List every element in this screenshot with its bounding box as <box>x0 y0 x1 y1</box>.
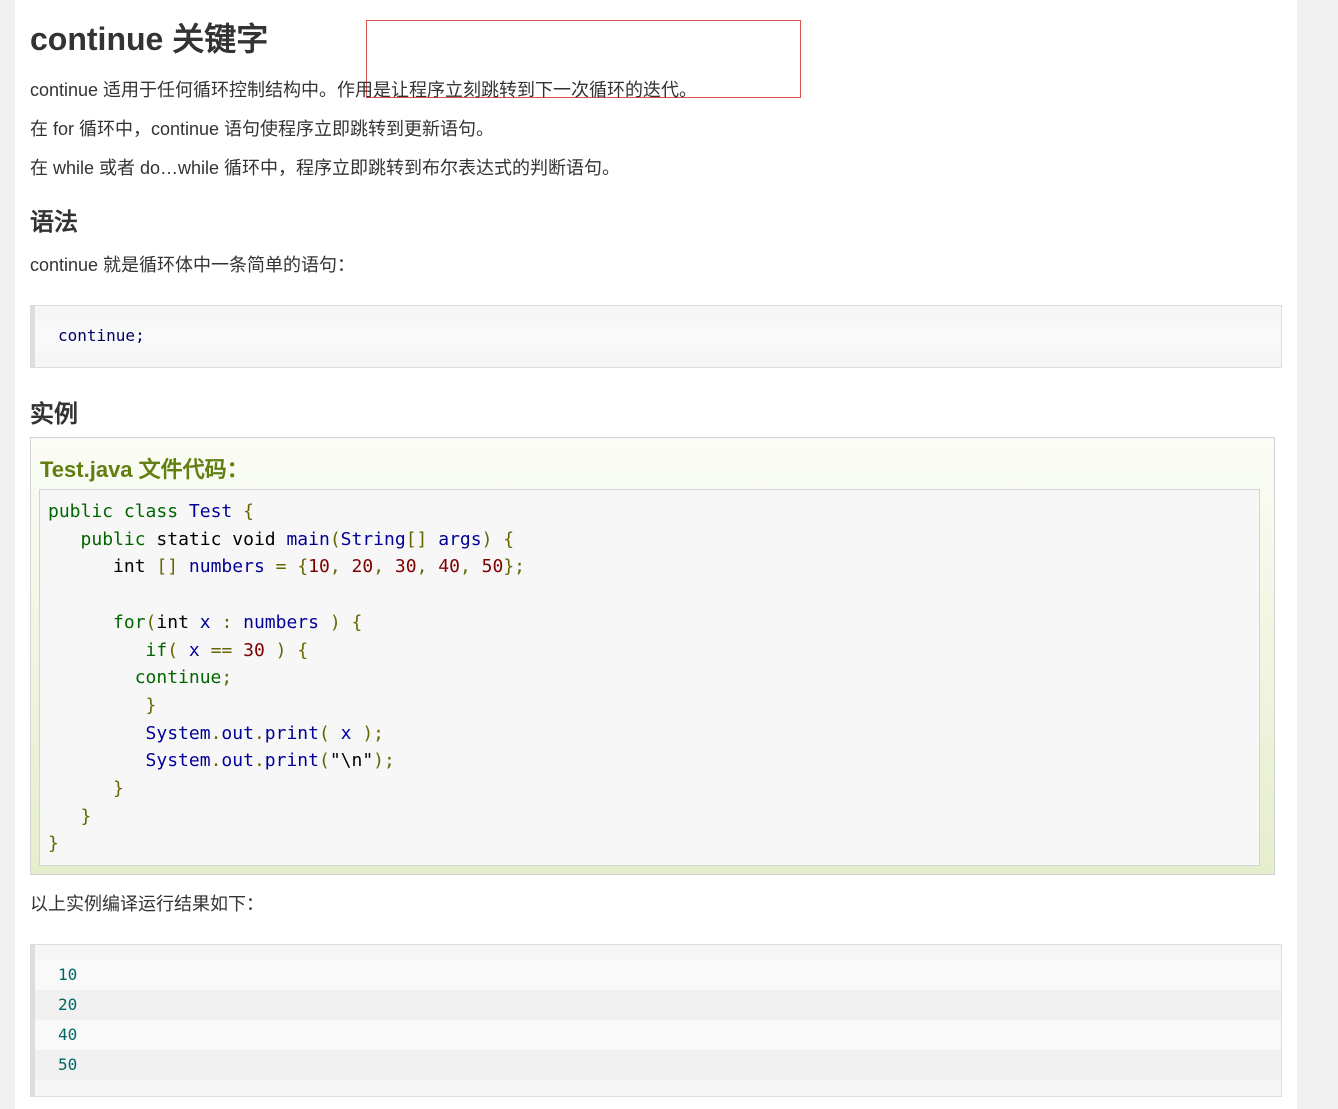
example-box: Test.java 文件代码： public class Test { publ… <box>30 437 1275 875</box>
syntax-description: continue 就是循环体中一条简单的语句： <box>30 255 356 275</box>
syntax-code-line: continue; <box>35 321 1281 351</box>
code-line-10: System.out.print("\n"); <box>145 750 395 772</box>
syntax-code-block: continue; <box>30 305 1282 368</box>
code-line-1: public class Test { <box>48 501 254 522</box>
output-line: 10 <box>35 960 1281 990</box>
example-code-block: public class Test { public static void m… <box>39 489 1260 866</box>
code-line-5: for(int x : numbers ) { <box>113 611 363 633</box>
output-code-block: 10 20 40 50 <box>30 944 1282 1097</box>
example-heading: 实例 <box>30 401 78 428</box>
result-description: 以上实例编译运行结果如下： <box>30 894 264 914</box>
page-title: continue 关键字 <box>30 21 269 57</box>
code-line-11: } <box>113 778 124 800</box>
output-line: 50 <box>35 1050 1281 1080</box>
output-line: 40 <box>35 1020 1281 1050</box>
code-line-6: if( x == 30 ) { <box>145 639 309 661</box>
example-file-title: Test.java 文件代码： <box>40 457 249 482</box>
intro-paragraph-3: 在 while 或者 do…while 循环中，程序立即跳转到布尔表达式的判断语… <box>30 158 621 178</box>
code-line-12: } <box>80 805 92 827</box>
code-line-9: System.out.print( x ); <box>145 722 385 744</box>
code-line-7: continue; <box>134 667 233 689</box>
code-line-8: } <box>145 694 157 716</box>
code-line-13: } <box>48 833 59 855</box>
article-page: continue 关键字 continue 适用于任何循环控制结构中。作用是让程… <box>15 0 1297 1109</box>
intro-paragraph-1: continue 适用于任何循环控制结构中。作用是让程序立刻跳转到下一次循环的迭… <box>30 80 698 100</box>
code-line-3: int [] numbers = {10, 20, 30, 40, 50}; <box>113 556 526 578</box>
syntax-heading: 语法 <box>30 209 78 236</box>
output-line: 20 <box>35 990 1281 1020</box>
code-line-2: public static void main(String[] args) { <box>80 528 515 550</box>
intro-paragraph-2: 在 for 循环中，continue 语句使程序立即跳转到更新语句。 <box>30 119 495 139</box>
